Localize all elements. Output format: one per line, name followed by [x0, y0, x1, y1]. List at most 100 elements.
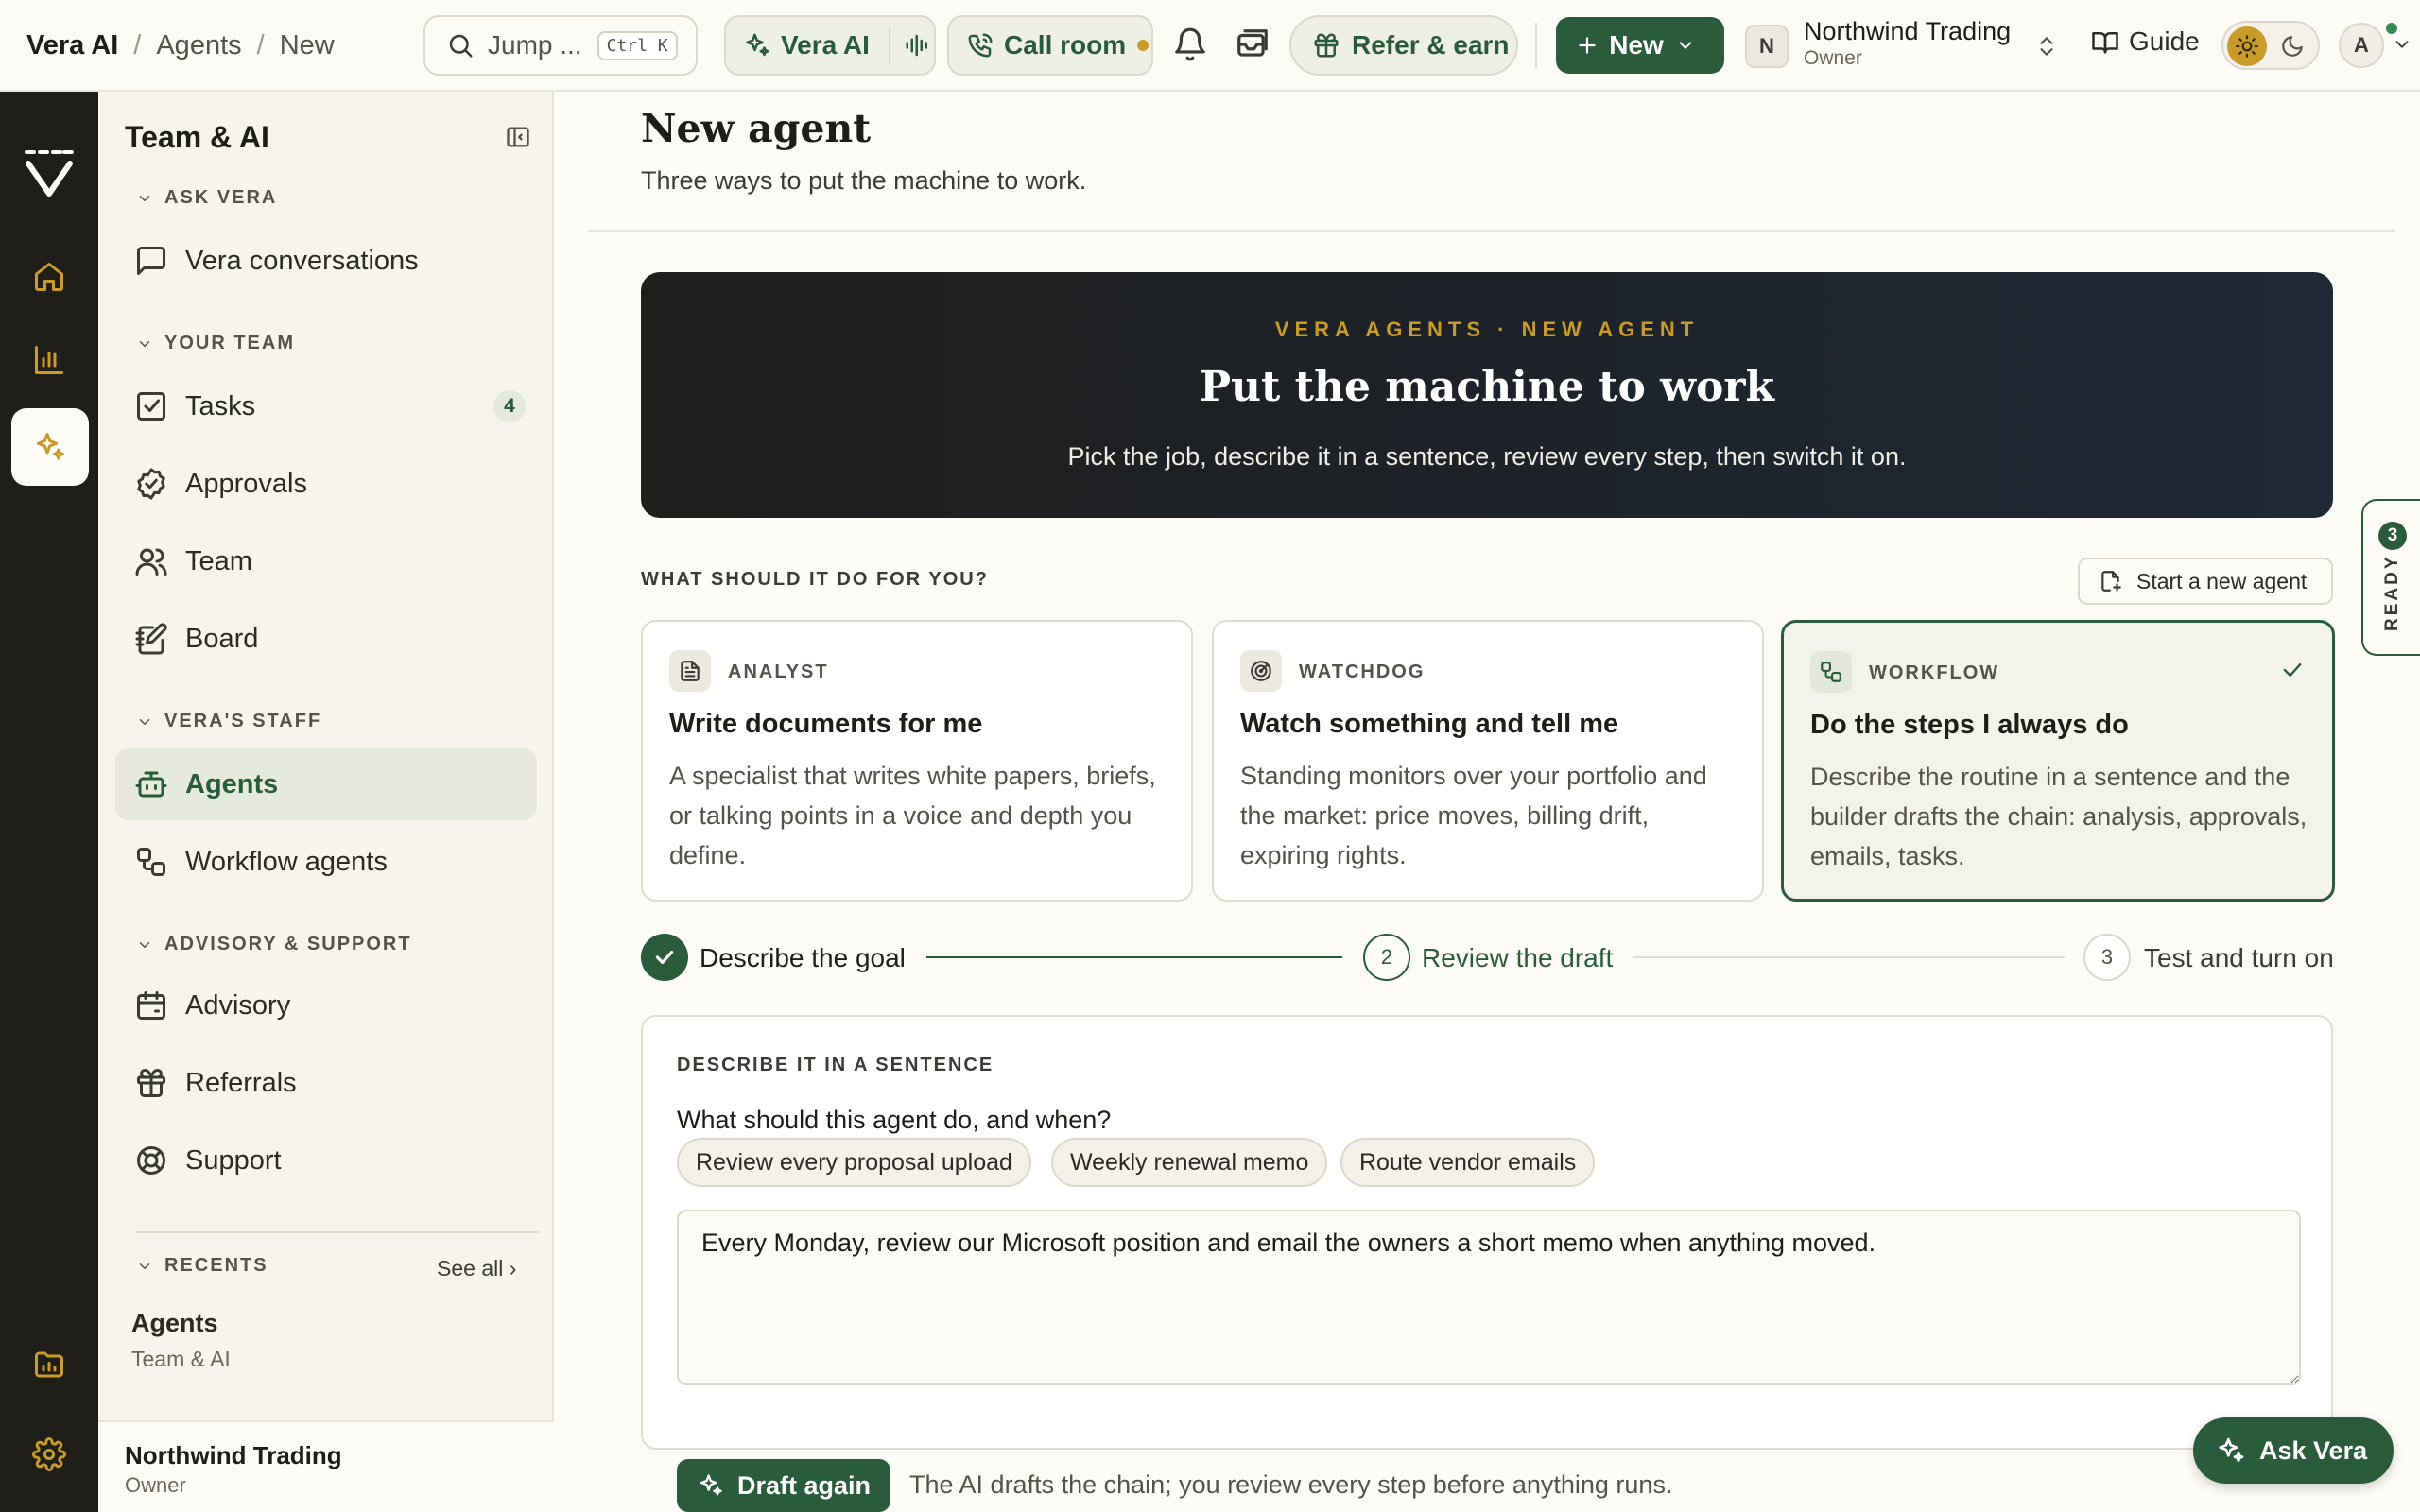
rail-settings[interactable] [19, 1424, 79, 1485]
check-icon [652, 945, 677, 970]
hero-banner: VERA AGENTS · NEW AGENT Put the machine … [641, 272, 2333, 518]
sidebar-item-team[interactable]: Team [115, 525, 537, 597]
step-connector [1634, 956, 2065, 958]
ask-vera-label: Ask Vera [2259, 1435, 2368, 1465]
org-avatar[interactable]: N [1745, 25, 1789, 68]
theme-toggle[interactable] [2221, 21, 2320, 70]
goal-textarea[interactable]: Every Monday, review our Microsoft posit… [677, 1210, 2301, 1385]
chevron-down-icon [136, 713, 153, 730]
sidebar-item-label: Workflow agents [185, 846, 388, 877]
ask-vera-button[interactable]: Ask Vera [2193, 1418, 2394, 1484]
draft-again-button[interactable]: Draft again [677, 1459, 890, 1512]
sidebar-item-tasks[interactable]: Tasks 4 [115, 370, 537, 442]
guide-label: Guide [2129, 26, 2200, 56]
call-room-button[interactable]: Call room [947, 15, 1153, 76]
page-title: New agent [641, 106, 872, 151]
jump-search[interactable]: Jump ... Ctrl K [424, 15, 698, 76]
section-your-team[interactable]: YOUR TEAM [136, 333, 295, 354]
divider [136, 1231, 539, 1233]
step-1-indicator [641, 934, 688, 981]
rail-home[interactable] [19, 247, 79, 307]
suggestion-chip[interactable]: Route vendor emails [1340, 1138, 1596, 1187]
ready-label: READY [2382, 554, 2402, 631]
agent-type-card-analyst[interactable]: ANALYST Write documents for me A special… [641, 620, 1193, 902]
rail-analytics[interactable] [19, 330, 79, 390]
inbox-icon[interactable] [1235, 26, 1270, 62]
section-advisory-support[interactable]: ADVISORY & SUPPORT [136, 934, 412, 955]
suggestion-chip[interactable]: Weekly renewal memo [1051, 1138, 1328, 1187]
plus-icon [1575, 33, 1599, 58]
page-subtitle: Three ways to put the machine to work. [641, 166, 1087, 195]
sidebar-item-label: Vera conversations [185, 245, 419, 276]
ready-side-tab[interactable]: 3 READY [2361, 499, 2420, 656]
chevrons-up-down-icon[interactable] [2034, 32, 2059, 60]
suggestion-chip[interactable]: Review every proposal upload [677, 1138, 1031, 1187]
hero-subtitle: Pick the job, describe it in a sentence,… [1067, 442, 1907, 471]
gift-icon [1312, 31, 1340, 60]
ready-count-badge: 3 [2378, 522, 2407, 550]
call-room-label: Call room [1004, 30, 1127, 60]
step-3-indicator: 3 [2083, 934, 2131, 981]
hero-eyebrow: VERA AGENTS · NEW AGENT [1274, 318, 1700, 341]
see-all-link[interactable]: See all › [437, 1256, 516, 1281]
breadcrumb-agents[interactable]: Agents [156, 30, 241, 61]
chevron-down-icon[interactable] [2392, 34, 2412, 55]
sparkles-icon [743, 31, 771, 60]
radar-icon [1240, 650, 1282, 692]
voice-wave-icon[interactable] [904, 31, 932, 60]
moon-icon[interactable] [2280, 34, 2305, 59]
folder-chart-icon [32, 1348, 66, 1382]
recent-item-title[interactable]: Agents [131, 1309, 218, 1338]
section-label: VERA'S STAFF [164, 711, 322, 731]
breadcrumb-root[interactable]: Vera AI [26, 30, 118, 61]
workflow-icon [134, 845, 168, 879]
agent-type-card-workflow[interactable]: WORKFLOW Do the steps I always do Descri… [1781, 620, 2335, 902]
describe-question: What should this agent do, and when? [677, 1106, 1112, 1134]
sparkles-icon [698, 1472, 724, 1499]
user-avatar[interactable]: A [2339, 23, 2384, 68]
sidebar-item-label: Support [185, 1144, 282, 1176]
step-3-label: Test and turn on [2144, 943, 2334, 972]
section-label: YOUR TEAM [164, 333, 295, 353]
collapse-sidebar-icon[interactable] [505, 124, 531, 150]
step-2-indicator: 2 [1363, 934, 1410, 981]
sidebar-item-board[interactable]: Board [115, 603, 537, 675]
section-veras-staff[interactable]: VERA'S STAFF [136, 711, 321, 732]
check-square-icon [134, 389, 168, 423]
rail-documents[interactable] [19, 1334, 79, 1395]
vera-logo-icon[interactable] [21, 145, 78, 201]
online-status-dot [2386, 23, 2397, 34]
sidebar-footer[interactable]: Northwind Trading Owner [98, 1420, 554, 1512]
section-ask-vera[interactable]: ASK VERA [136, 187, 277, 209]
start-new-agent-button[interactable]: Start a new agent [2078, 558, 2333, 605]
section-label: ADVISORY & SUPPORT [164, 934, 412, 954]
sun-icon[interactable] [2227, 26, 2267, 66]
sidebar-item-agents[interactable]: Agents [115, 748, 537, 820]
rail-team-ai[interactable] [11, 408, 89, 486]
vera-ai-button[interactable]: Vera AI [724, 15, 936, 76]
sidebar-item-approvals[interactable]: Approvals [115, 448, 537, 520]
sidebar-item-advisory[interactable]: Advisory [115, 970, 537, 1041]
workflow-icon [1810, 651, 1852, 693]
refer-label: Refer & earn [1352, 30, 1510, 60]
footer-org-role: Owner [125, 1473, 186, 1497]
search-icon [446, 31, 475, 60]
guide-link[interactable]: Guide [2091, 26, 2200, 57]
card-description: Standing monitors over your portfolio an… [1240, 762, 1707, 869]
refer-earn-button[interactable]: Refer & earn [1289, 15, 1518, 76]
bell-icon[interactable] [1172, 26, 1208, 62]
card-title: Write documents for me [669, 709, 983, 739]
sidebar-item-support[interactable]: Support [115, 1125, 537, 1196]
section-recents[interactable]: RECENTS [136, 1255, 268, 1277]
sidebar-item-label: Approvals [185, 468, 307, 499]
sidebar-item-workflow-agents[interactable]: Workflow agents [115, 826, 537, 898]
describe-label: DESCRIBE IT IN A SENTENCE [677, 1055, 994, 1075]
org-name[interactable]: Northwind Trading [1804, 17, 2011, 46]
agent-type-card-watchdog[interactable]: WATCHDOG Watch something and tell me Sta… [1212, 620, 1764, 902]
new-button[interactable]: New [1556, 17, 1724, 74]
sidebar-item-referrals[interactable]: Referrals [115, 1047, 537, 1119]
draft-note: The AI drafts the chain; you review ever… [909, 1470, 1673, 1499]
sidebar-item-vera-conversations[interactable]: Vera conversations [115, 225, 537, 297]
file-plus-icon [2099, 569, 2123, 593]
sidebar-item-label: Board [185, 623, 259, 654]
